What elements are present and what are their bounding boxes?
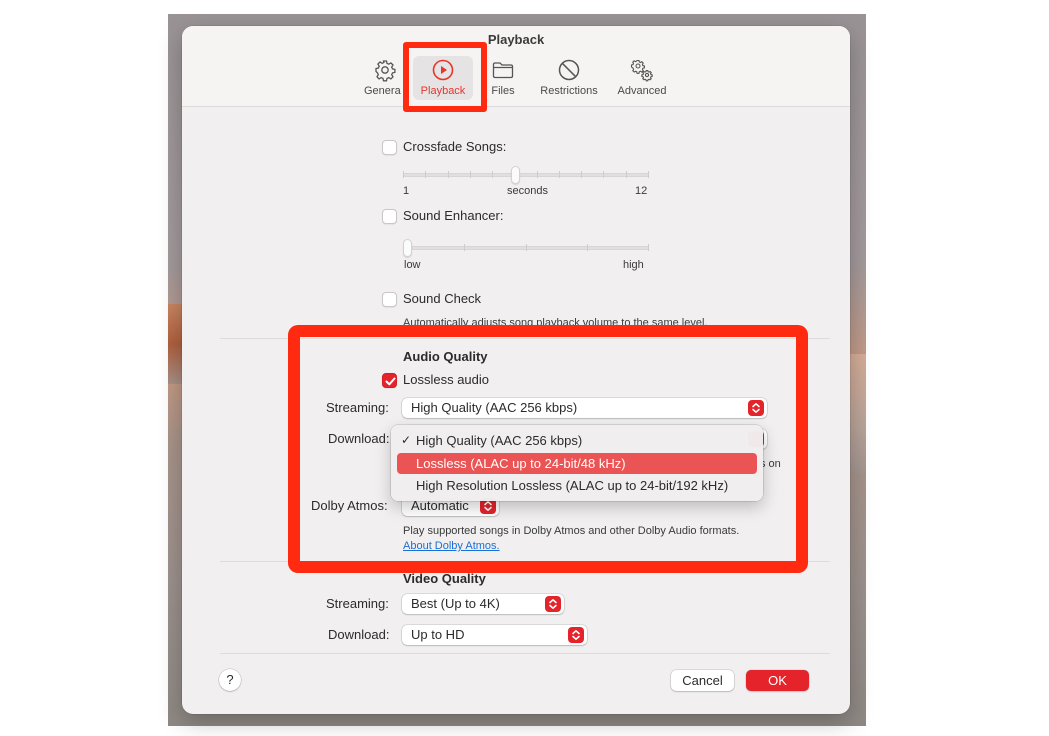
cancel-button[interactable]: Cancel <box>671 670 734 691</box>
tab-label: Genera <box>364 85 401 97</box>
slider-tick <box>464 244 465 251</box>
sound-check-label: Sound Check <box>403 291 482 306</box>
download-quality-menu: ✓ High Quality (AAC 256 kbps) Lossless (… <box>391 425 763 501</box>
play-circle-icon <box>431 58 455 82</box>
dolby-atmos-label: Dolby Atmos: <box>311 498 388 513</box>
popup-value: Up to HD <box>411 627 465 642</box>
help-button[interactable]: ? <box>219 669 241 691</box>
sound-enhancer-slider[interactable] <box>403 239 649 257</box>
wallpaper-detail <box>168 304 182 384</box>
folder-icon <box>491 58 515 82</box>
video-download-label: Download: <box>328 627 390 642</box>
menu-item-label: Lossless (ALAC up to 24-bit/48 kHz) <box>416 456 626 471</box>
lossless-audio-label: Lossless audio <box>403 372 489 387</box>
menu-item-hi-res-lossless[interactable]: High Resolution Lossless (ALAC up to 24-… <box>397 475 757 496</box>
video-download-popup[interactable]: Up to HD <box>402 625 587 645</box>
video-streaming-popup[interactable]: Best (Up to 4K) <box>402 594 564 614</box>
sound-enhancer-checkbox[interactable] <box>382 209 397 224</box>
enhancer-min-label: low <box>404 259 421 271</box>
sound-check-description: Automatically adjusts song playback volu… <box>403 317 708 329</box>
menu-item-label: High Resolution Lossless (ALAC up to 24-… <box>416 478 729 493</box>
crossfade-slider[interactable] <box>403 166 649 184</box>
checkmark-icon: ✓ <box>401 433 412 447</box>
tab-restrictions[interactable]: Restrictions <box>534 56 604 100</box>
section-separator <box>220 338 830 339</box>
slider-tick <box>648 171 649 178</box>
footer-separator <box>220 653 830 654</box>
slider-tick <box>403 171 404 178</box>
enhancer-max-label: high <box>623 259 644 271</box>
tab-general[interactable]: Genera <box>360 56 410 100</box>
slider-tick <box>626 171 627 178</box>
tab-label: Restrictions <box>540 85 598 97</box>
crossfade-unit-label: seconds <box>507 185 548 197</box>
slider-tick <box>603 171 604 178</box>
up-down-chevron-icon <box>568 627 584 643</box>
ok-button[interactable]: OK <box>746 670 809 691</box>
crossfade-checkbox[interactable] <box>382 140 397 155</box>
sound-check-checkbox[interactable] <box>382 292 397 307</box>
dolby-atmos-description: Play supported songs in Dolby Atmos and … <box>403 525 740 537</box>
popup-value: High Quality (AAC 256 kbps) <box>411 400 578 415</box>
menu-item-high-quality[interactable]: ✓ High Quality (AAC 256 kbps) <box>397 430 757 451</box>
checkmark-icon <box>385 377 396 386</box>
up-down-chevron-icon <box>545 596 561 612</box>
slider-knob[interactable] <box>403 239 412 257</box>
crossfade-label: Crossfade Songs: <box>403 139 507 154</box>
slider-tick <box>425 171 426 178</box>
video-quality-heading: Video Quality <box>403 571 486 586</box>
wallpaper-detail <box>850 354 866 474</box>
window-title: Playback <box>487 32 545 47</box>
slider-tick <box>492 171 493 178</box>
gear-icon <box>373 58 397 82</box>
slider-tick <box>470 171 471 178</box>
slider-tick <box>526 244 527 251</box>
slider-tick <box>648 244 649 251</box>
gears-icon <box>630 58 654 82</box>
prohibited-icon <box>557 58 581 82</box>
tab-label: Playback <box>420 85 466 97</box>
section-separator <box>220 561 830 562</box>
slider-tick <box>559 171 560 178</box>
about-dolby-atmos-link[interactable]: About Dolby Atmos. <box>403 540 500 552</box>
toolbar: Playback Genera Playback Files Restricti… <box>182 26 850 107</box>
up-down-chevron-icon <box>748 400 764 416</box>
tab-advanced[interactable]: Advanced <box>610 56 674 100</box>
crossfade-max-label: 12 <box>635 185 648 197</box>
tab-label: Files <box>491 85 515 97</box>
sound-enhancer-label: Sound Enhancer: <box>403 208 504 223</box>
tab-files[interactable]: Files <box>484 56 522 100</box>
slider-tick <box>448 171 449 178</box>
download-note-fragment: s on <box>760 458 781 470</box>
crossfade-min-label: 1 <box>403 185 410 197</box>
slider-tick <box>587 244 588 251</box>
menu-item-label: High Quality (AAC 256 kbps) <box>416 433 583 448</box>
tab-playback[interactable]: Playback <box>413 56 473 100</box>
download-label: Download: <box>328 431 390 446</box>
audio-streaming-popup[interactable]: High Quality (AAC 256 kbps) <box>402 398 767 418</box>
slider-track <box>403 173 649 177</box>
slider-tick <box>537 171 538 178</box>
video-streaming-label: Streaming: <box>326 596 389 611</box>
audio-quality-heading: Audio Quality <box>403 349 488 364</box>
streaming-label: Streaming: <box>326 400 389 415</box>
popup-value: Best (Up to 4K) <box>411 596 500 611</box>
slider-tick <box>581 171 582 178</box>
lossless-audio-checkbox[interactable] <box>382 373 397 388</box>
slider-knob[interactable] <box>511 166 520 184</box>
tab-label: Advanced <box>617 85 667 97</box>
menu-item-lossless[interactable]: Lossless (ALAC up to 24-bit/48 kHz) <box>397 453 757 474</box>
